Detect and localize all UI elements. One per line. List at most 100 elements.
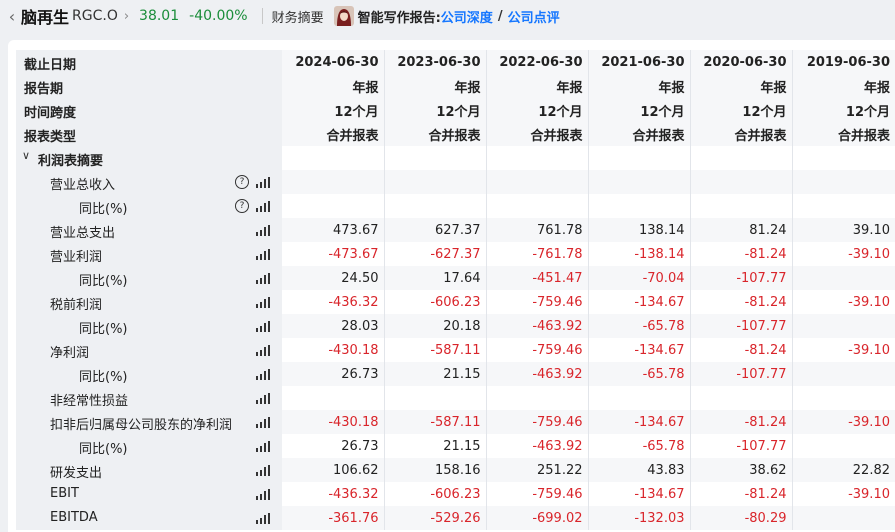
row-label-cell: 报告期	[16, 74, 282, 98]
table-row: EBITDA -361.76 -529.26 -699.02 -132.03 -80.29	[16, 506, 895, 530]
stock-name: 脑再生	[21, 8, 70, 27]
chevron-down-icon[interactable]: ∨	[22, 149, 30, 162]
value-cell: 473.67	[282, 218, 385, 242]
chevron-left-icon[interactable]: ‹	[4, 7, 20, 26]
table-row: EBIT -436.32 -606.23 -759.46 -134.67 -81.24 -3…	[16, 482, 895, 506]
row-label-cell: EBIT	[16, 482, 282, 506]
row-label-cell: 非经常性损益	[16, 386, 282, 410]
bar-chart-icon[interactable]	[256, 177, 270, 188]
bar-chart-icon[interactable]	[256, 489, 270, 500]
bar-chart-icon[interactable]	[256, 273, 270, 284]
value-cell: -81.24	[690, 242, 793, 266]
bar-chart-icon[interactable]	[256, 297, 270, 308]
bar-chart-icon[interactable]	[256, 513, 270, 524]
row-label-cell: 扣非后归属母公司股东的净利润	[16, 410, 282, 434]
company-review-link[interactable]: 公司点评	[508, 7, 560, 26]
header-cell: 合并报表	[384, 122, 487, 146]
section-row[interactable]: ∨ 利润表摘要	[16, 146, 895, 170]
chevron-right-icon[interactable]: ›	[124, 9, 129, 24]
row-label: 报告期	[24, 82, 64, 97]
table-row: 营业总收入?	[16, 170, 895, 194]
bar-chart-icon[interactable]	[256, 465, 270, 476]
value-cell: -759.46	[486, 482, 589, 506]
header-cell: 12个月	[690, 98, 793, 122]
bar-chart-icon[interactable]	[256, 201, 270, 212]
table-row: 同比(%) 24.50 17.64 -451.47 -70.04 -107.77	[16, 266, 895, 290]
value-cell: -107.77	[690, 266, 793, 290]
bar-chart-icon[interactable]	[256, 345, 270, 356]
value-cell: 81.24	[690, 218, 793, 242]
value-cell: -430.18	[282, 410, 385, 434]
row-label: 同比(%)	[79, 274, 128, 289]
value-cell: -134.67	[588, 410, 691, 434]
value-cell: 26.73	[282, 434, 385, 458]
value-cell: -138.14	[588, 242, 691, 266]
row-label-cell: EBITDA	[16, 506, 282, 530]
bar-chart-icon[interactable]	[256, 321, 270, 332]
row-label: 报表类型	[24, 130, 77, 145]
value-cell: -39.10	[792, 410, 895, 434]
value-cell	[384, 170, 487, 194]
value-cell: -761.78	[486, 242, 589, 266]
income-statement-table: 截止日期 2024-06-30 2023-06-30 2022-06-30 2021-0…	[16, 50, 895, 530]
header-cell: 12个月	[486, 98, 589, 122]
question-circle-icon[interactable]: ?	[235, 175, 249, 189]
row-label-cell: 研发支出	[16, 458, 282, 482]
price-change: -40.00%	[189, 8, 248, 24]
stock-price: 38.01	[139, 8, 180, 24]
value-cell	[384, 194, 487, 218]
financial-summary-tab[interactable]: 财务摘要	[272, 7, 324, 26]
bar-chart-icon[interactable]	[256, 225, 270, 236]
company-depth-link[interactable]: 公司深度	[441, 7, 493, 26]
table-row: 营业总支出 473.67 627.37 761.78 138.14 81.24 39.10	[16, 218, 895, 242]
value-cell: -39.10	[848, 342, 890, 358]
value-cell: -759.46	[486, 338, 589, 362]
row-label-cell: 同比(%)	[16, 362, 282, 386]
bar-chart-icon[interactable]	[256, 249, 270, 260]
empty-cell	[690, 146, 793, 170]
row-label: 同比(%)	[79, 322, 128, 337]
value-cell: 20.18	[384, 314, 487, 338]
empty-cell	[588, 146, 691, 170]
empty-cell	[282, 146, 385, 170]
row-label: 截止日期	[24, 58, 77, 73]
table-row: 非经常性损益	[16, 386, 895, 410]
value-cell: -606.23	[384, 290, 487, 314]
value-cell: 21.15	[384, 362, 487, 386]
row-label-cell: 营业利润	[16, 242, 282, 266]
value-cell: -81.24	[690, 410, 793, 434]
row-label: 同比(%)	[79, 202, 128, 217]
row-label: 营业利润	[50, 250, 103, 265]
ai-report-label: 智能写作报告:	[357, 10, 441, 26]
bar-chart-icon[interactable]	[256, 441, 270, 452]
question-circle-icon[interactable]: ?	[235, 199, 249, 213]
header-cell: 2019-06-30	[792, 50, 895, 74]
value-cell	[486, 170, 589, 194]
value-cell	[792, 362, 895, 386]
value-cell: 106.62	[282, 458, 385, 482]
row-label: 时间跨度	[24, 106, 77, 121]
value-cell: -627.37	[384, 242, 487, 266]
header-cell: 合并报表	[486, 122, 589, 146]
header-cell: 2020-06-30	[690, 50, 793, 74]
value-cell	[486, 194, 589, 218]
empty-cell	[792, 146, 895, 170]
row-label-cell: 截止日期	[16, 50, 282, 74]
header-cell: 12个月	[384, 98, 487, 122]
bar-chart-icon[interactable]	[256, 393, 270, 404]
row-label: 扣非后归属母公司股东的净利润	[50, 418, 233, 433]
table-row: 同比(%) 26.73 21.15 -463.92 -65.78 -107.77	[16, 362, 895, 386]
header-cell: 合并报表	[588, 122, 691, 146]
table-row: 净利润 -430.18 -587.11 -759.46 -134.67 -81.24 -39…	[16, 338, 895, 362]
section-toggle[interactable]: ∨ 利润表摘要	[16, 146, 282, 170]
value-cell	[792, 194, 895, 218]
bar-chart-icon[interactable]	[256, 417, 270, 428]
header-cell: 12个月	[282, 98, 385, 122]
bar-chart-icon[interactable]	[256, 369, 270, 380]
divider	[261, 8, 263, 24]
row-label-cell: 营业总收入?	[16, 170, 282, 194]
financial-table-panel: 截止日期 2024-06-30 2023-06-30 2022-06-30 2021-0…	[8, 40, 895, 532]
stock-code: RGC.O	[72, 8, 118, 24]
value-cell	[792, 386, 895, 410]
value-cell: 22.82	[792, 458, 895, 482]
